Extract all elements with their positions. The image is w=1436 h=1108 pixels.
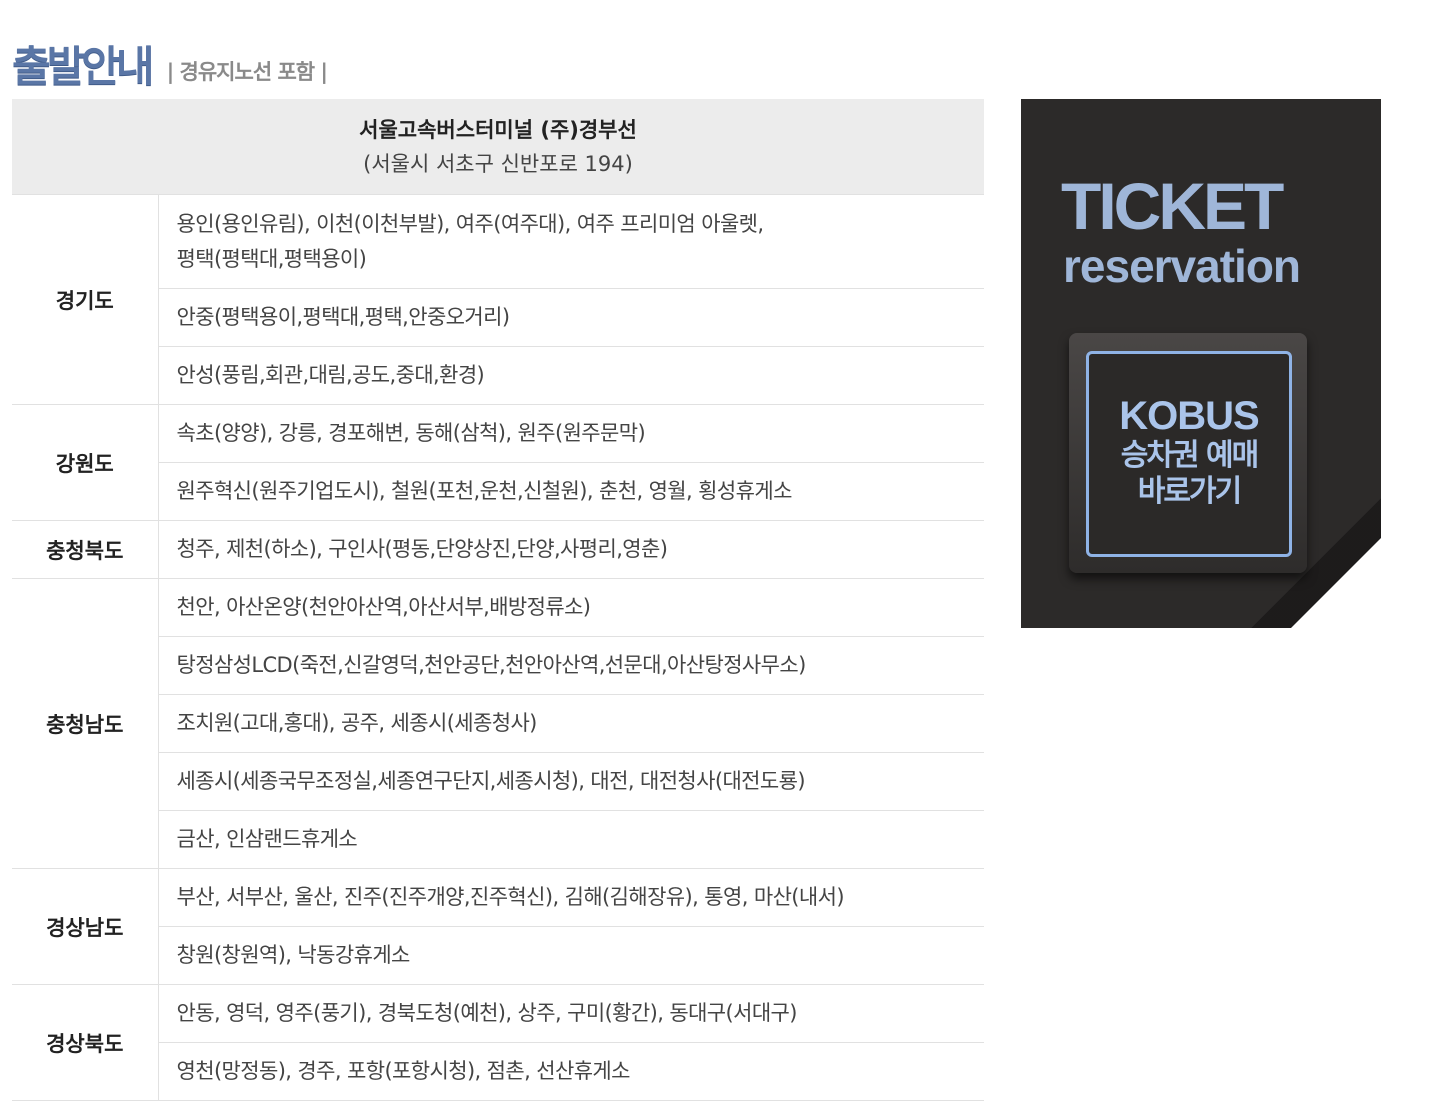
route-text: 안성(풍림,회관,대림,공도,중대,환경)	[176, 363, 485, 387]
table-row: 탕정삼성LCD(죽전,신갈영덕,천안공단,천안아산역,선문대,아산탕정사무소)	[12, 636, 984, 695]
table-row: 영천(망정동), 경주, 포항(포항시청), 점촌, 선산휴게소	[12, 1042, 984, 1101]
route-text: 영천(망정동), 경주, 포항(포항시청), 점촌, 선산휴게소	[176, 1059, 631, 1083]
route-cell: 속초(양양), 강릉, 경포해변, 동해(삼척), 원주(원주문막)	[158, 404, 984, 463]
route-text: 조치원(고대,홍대), 공주, 세종시(세종청사)	[176, 711, 538, 735]
region-cell: 강원도	[12, 404, 159, 521]
region-cell: 경상북도	[12, 984, 159, 1101]
route-text: 금산, 인삼랜드휴게소	[176, 827, 358, 851]
route-cell: 세종시(세종국무조정실,세종연구단지,세종시청), 대전, 대전청사(대전도룡)	[158, 752, 984, 811]
table-row: 원주혁신(원주기업도시), 철원(포천,운천,신철원), 춘천, 영월, 횡성휴…	[12, 462, 984, 521]
route-table: 서울고속버스터미널 (주)경부선 (서울시 서초구 신반포로 194) 경기도 용…	[12, 99, 984, 1101]
route-cell: 영천(망정동), 경주, 포항(포항시청), 점촌, 선산휴게소	[158, 1042, 984, 1101]
route-text: 부산, 서부산, 울산, 진주(진주개양,진주혁신), 김해(김해장유), 통영…	[176, 885, 845, 909]
table-row: 안성(풍림,회관,대림,공도,중대,환경)	[12, 346, 984, 405]
table-row: 강원도 속초(양양), 강릉, 경포해변, 동해(삼척), 원주(원주문막)	[12, 404, 984, 521]
region-cell: 경기도	[12, 194, 159, 405]
route-cell: 탕정삼성LCD(죽전,신갈영덕,천안공단,천안아산역,선문대,아산탕정사무소)	[158, 636, 984, 695]
kobus-button-frame: KOBUS 승차권 예매 바로가기	[1086, 351, 1292, 557]
route-text: 용인(용인유림), 이천(이천부발), 여주(여주대), 여주 프리미엄 아울렛…	[176, 211, 765, 236]
table-row: 세종시(세종국무조정실,세종연구단지,세종시청), 대전, 대전청사(대전도룡)	[12, 752, 984, 811]
route-text: 세종시(세종국무조정실,세종연구단지,세종시청), 대전, 대전청사(대전도룡)	[176, 769, 806, 793]
route-cell: 조치원(고대,홍대), 공주, 세종시(세종청사)	[158, 694, 984, 753]
route-cell: 안중(평택용이,평택대,평택,안중오거리)	[158, 288, 984, 347]
table-row: 경상남도 부산, 서부산, 울산, 진주(진주개양,진주혁신), 김해(김해장유)…	[12, 868, 984, 985]
route-cell: 창원(창원역), 낙동강휴게소	[158, 926, 984, 985]
table-row: 충청북도 청주, 제천(하소), 구인사(평동,단양상진,단양,사평리,영춘)	[12, 520, 984, 579]
route-text: 원주혁신(원주기업도시), 철원(포천,운천,신철원), 춘천, 영월, 횡성휴…	[176, 479, 793, 503]
terminal-address: (서울시 서초구 신반포로 194)	[363, 151, 633, 176]
banner-title: TICKET	[1061, 169, 1284, 243]
route-text: 청주, 제천(하소), 구인사(평동,단양상진,단양,사평리,영춘)	[176, 537, 668, 561]
table-row: 안중(평택용이,평택대,평택,안중오거리)	[12, 288, 984, 347]
kobus-reservation-button[interactable]: KOBUS 승차권 예매 바로가기	[1069, 333, 1307, 573]
route-cell: 청주, 제천(하소), 구인사(평동,단양상진,단양,사평리,영춘)	[158, 520, 984, 579]
route-text: 창원(창원역), 낙동강휴게소	[176, 943, 411, 967]
banner-subtitle: reservation	[1063, 240, 1301, 292]
route-text: 안중(평택용이,평택대,평택,안중오거리)	[176, 305, 511, 329]
route-text: 속초(양양), 강릉, 경포해변, 동해(삼척), 원주(원주문막)	[176, 421, 646, 445]
kobus-brand: KOBUS	[1119, 394, 1259, 438]
region-cell: 경상남도	[12, 868, 159, 985]
route-cell: 용인(용인유림), 이천(이천부발), 여주(여주대), 여주 프리미엄 아울렛…	[158, 194, 984, 289]
kobus-label-line2: 바로가기	[1137, 474, 1242, 509]
route-text: 평택(평택대,평택용이)	[176, 246, 367, 271]
route-cell: 천안, 아산온양(천안아산역,아산서부,배방정류소)	[158, 578, 984, 637]
route-text: 안동, 영덕, 영주(풍기), 경북도청(예천), 상주, 구미(황간), 동대…	[176, 1001, 798, 1025]
table-row: 경상북도 안동, 영덕, 영주(풍기), 경북도청(예천), 상주, 구미(황간)…	[12, 984, 984, 1101]
table-row: 금산, 인삼랜드휴게소	[12, 810, 984, 869]
table-row: 충청남도 천안, 아산온양(천안아산역,아산서부,배방정류소)	[12, 578, 984, 869]
route-cell: 원주혁신(원주기업도시), 철원(포천,운천,신철원), 춘천, 영월, 횡성휴…	[158, 462, 984, 521]
route-table-body: 경기도 용인(용인유림), 이천(이천부발), 여주(여주대), 여주 프리미엄 …	[12, 194, 984, 1101]
route-text: 탕정삼성LCD(죽전,신갈영덕,천안공단,천안아산역,선문대,아산탕정사무소)	[176, 653, 807, 677]
table-row: 창원(창원역), 낙동강휴게소	[12, 926, 984, 985]
route-text: 천안, 아산온양(천안아산역,아산서부,배방정류소)	[176, 595, 591, 619]
kobus-label-line1: 승차권 예매	[1120, 438, 1259, 473]
page-subtitle: | 경유지노선 포함 |	[166, 60, 329, 84]
route-cell: 금산, 인삼랜드휴게소	[158, 810, 984, 869]
table-row: 조치원(고대,홍대), 공주, 세종시(세종청사)	[12, 694, 984, 753]
route-cell: 부산, 서부산, 울산, 진주(진주개양,진주혁신), 김해(김해장유), 통영…	[158, 868, 984, 927]
ticket-reservation-banner[interactable]: TICKET reservation KOBUS 승차권 예매 바로가기	[1021, 99, 1381, 628]
page-heading: 출발안내 | 경유지노선 포함 |	[12, 38, 329, 92]
page-title: 출발안내	[12, 42, 155, 91]
route-cell: 안동, 영덕, 영주(풍기), 경북도청(예천), 상주, 구미(황간), 동대…	[158, 984, 984, 1043]
route-cell: 안성(풍림,회관,대림,공도,중대,환경)	[158, 346, 984, 405]
terminal-header: 서울고속버스터미널 (주)경부선 (서울시 서초구 신반포로 194)	[12, 99, 984, 195]
region-cell: 충청남도	[12, 578, 159, 869]
region-cell: 충청북도	[12, 520, 159, 579]
table-row: 경기도 용인(용인유림), 이천(이천부발), 여주(여주대), 여주 프리미엄 …	[12, 194, 984, 405]
terminal-name: 서울고속버스터미널 (주)경부선	[359, 117, 637, 142]
